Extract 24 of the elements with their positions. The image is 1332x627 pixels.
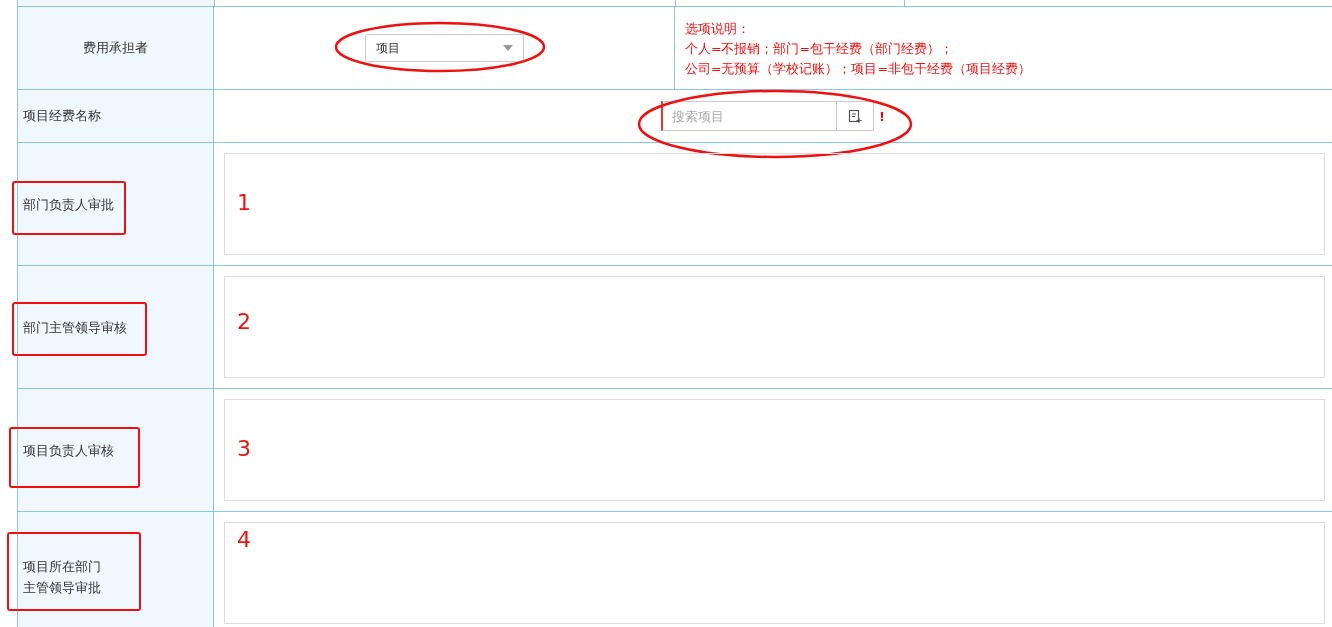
comment-box[interactable]: 1 <box>224 153 1325 255</box>
option-note: 选项说明： <box>685 20 751 38</box>
annotation-number: 3 <box>237 436 251 462</box>
select-project-button[interactable] <box>837 101 874 131</box>
annotation-number: 1 <box>237 190 251 216</box>
field-label: 部门负责人审批 <box>23 195 114 214</box>
option-note: 公司=无预算（学校记账）；项目=非包干经费（项目经费） <box>685 60 1032 78</box>
annotation-number: 2 <box>237 309 251 335</box>
comment-box[interactable]: 2 <box>224 276 1325 378</box>
field-label: 项目经费名称 <box>23 107 101 125</box>
field-label: 费用承担者 <box>83 39 148 57</box>
annotation-number: 4 <box>237 527 251 553</box>
option-note: 个人=不报销；部门=包干经费（部门经费）； <box>685 40 954 58</box>
document-add-icon <box>848 109 862 123</box>
field-label: 项目负责人审核 <box>23 441 114 460</box>
search-field[interactable]: 搜索项目 <box>661 101 837 131</box>
comment-box[interactable]: 4 <box>224 522 1325 624</box>
required-mark: ! <box>879 108 885 124</box>
comment-box[interactable]: 3 <box>224 399 1325 501</box>
select-field[interactable]: 项目 <box>364 34 524 62</box>
field-label: 部门主管领导审核 <box>23 318 127 337</box>
field-label: 主管领导审批 <box>23 578 101 597</box>
dropdown-caret-icon <box>502 45 513 51</box>
field-label: 项目所在部门 <box>23 557 101 576</box>
